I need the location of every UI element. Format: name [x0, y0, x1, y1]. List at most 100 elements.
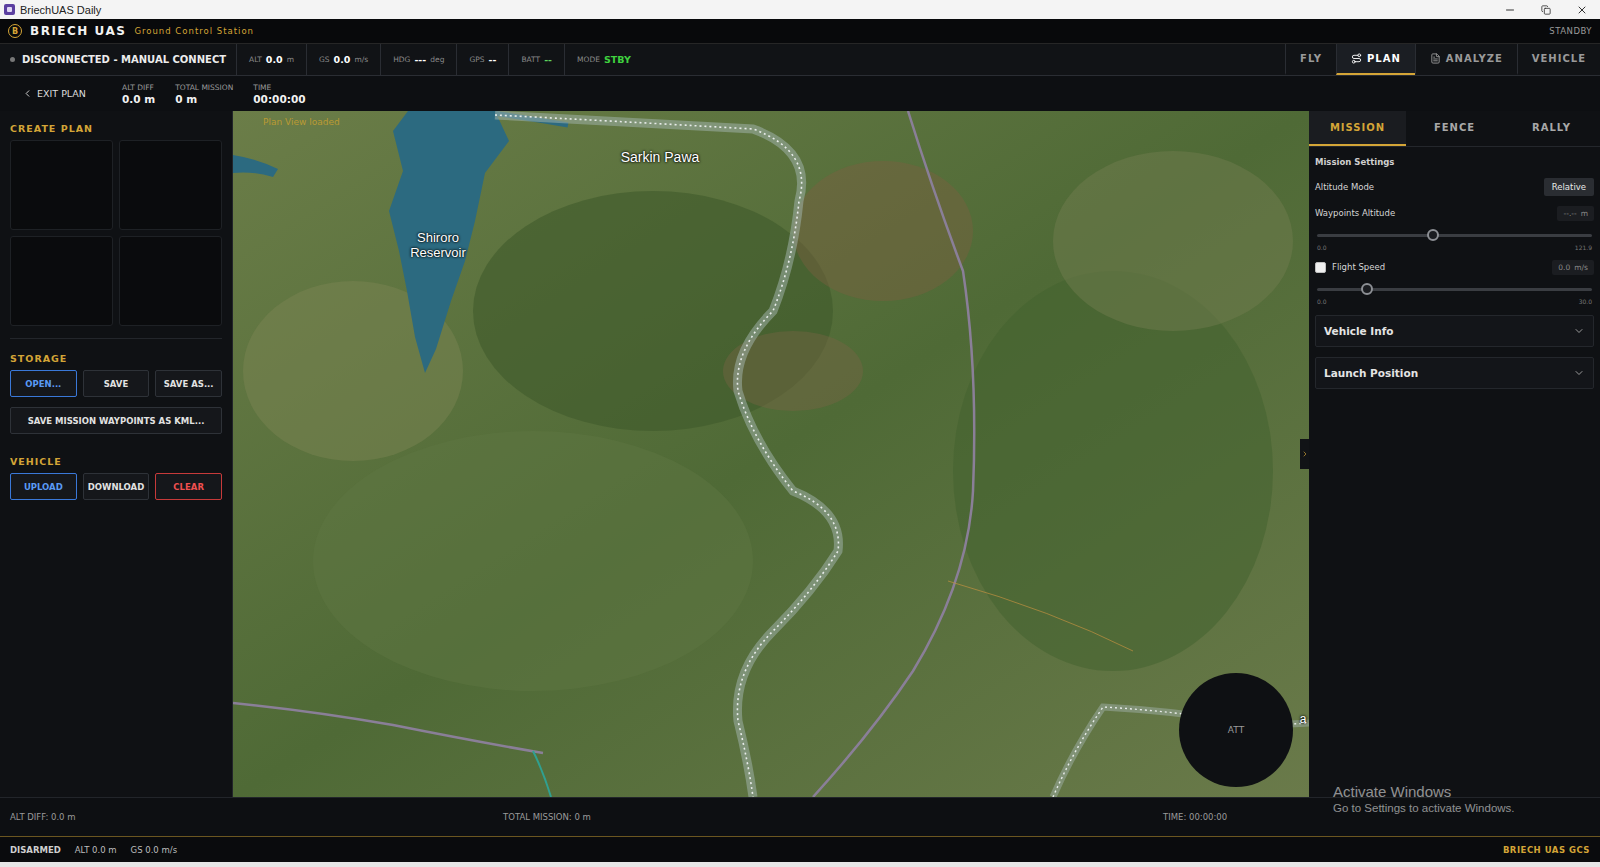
mission-tabs: MISSIONFENCERALLY [1309, 111, 1600, 147]
section-title: CREATE PLAN [10, 123, 222, 134]
flight-speed-checkbox[interactable] [1315, 262, 1326, 273]
save-kml-button[interactable]: SAVE MISSION WAYPOINTS AS KML... [10, 407, 222, 434]
plan-template-tile[interactable] [119, 140, 222, 230]
attitude-indicator: ATT [1179, 673, 1293, 787]
map-place-label: Shiroro Reservoir [393, 231, 483, 261]
footer-item: ALT 0.0 m [75, 845, 117, 855]
status-footer: DISARMED ALT 0.0 m GS 0.0 m/s BRIECH UAS GC… [0, 836, 1600, 862]
minimize-icon [1504, 4, 1516, 16]
plan-stat: ALT DIFF0.0 m [122, 83, 155, 105]
connection-dot [10, 57, 15, 62]
altitude-mode-row: Altitude ModeRelative [1315, 177, 1594, 197]
storage-button[interactable]: OPEN... [10, 370, 77, 397]
arm-state: DISARMED [10, 845, 61, 855]
taskbar-edge [0, 862, 1600, 867]
vehicle-button[interactable]: UPLOAD [10, 473, 77, 500]
plan-template-tile[interactable] [119, 236, 222, 326]
section-title: STORAGE [10, 353, 222, 364]
nav-tab[interactable]: ANALYZE [1415, 44, 1517, 75]
header-status: STANDBY [1549, 26, 1592, 36]
satellite-map[interactable] [233, 111, 1309, 797]
summary-item: TIME: 00:00:00 [1163, 812, 1600, 822]
slider-track[interactable] [1317, 234, 1592, 237]
map-place-label: Sarkin Pawa [605, 149, 715, 165]
summary-item: ALT DIFF: 0.0 m [10, 812, 503, 822]
nav-tab[interactable]: FLY [1285, 44, 1336, 75]
restore-icon [1541, 5, 1551, 15]
plan-template-tile[interactable] [10, 236, 113, 326]
telemetry-cell: BATT-- [508, 44, 564, 75]
close-button[interactable] [1564, 0, 1600, 19]
waypoints-altitude-row: Waypoints Altitude--.--m [1315, 203, 1594, 223]
footer-brand: BRIECH UAS GCS [1503, 845, 1590, 855]
mission-panel: MISSIONFENCERALLY Mission Settings Altitud… [1309, 111, 1600, 797]
telemetry-bar: DISCONNECTED - MANUAL CONNECTALT0.0mGS0.… [0, 44, 1600, 76]
minimize-button[interactable] [1492, 0, 1528, 19]
slider-ticks: 0.0121.9 [1317, 244, 1592, 251]
chevron-right-icon [1301, 450, 1309, 458]
vehicle-button[interactable]: DOWNLOAD [83, 473, 150, 500]
vehicle-button[interactable]: CLEAR [155, 473, 222, 500]
chevron-down-icon [1573, 367, 1585, 379]
nav-tab[interactable]: PLAN [1336, 44, 1415, 75]
mission-tab[interactable]: MISSION [1309, 111, 1406, 146]
section-title: VEHICLE [10, 456, 222, 467]
gcs-window: BriechUAS DailyBBRIECH UASGround Control… [0, 0, 1600, 867]
plan-workspace: CREATE PLANSTORAGEOPEN...SAVESAVE AS...S… [0, 111, 1600, 797]
route-icon [1351, 53, 1362, 64]
brand-name: BRIECH UAS [30, 24, 126, 38]
telemetry-cell: GPS-- [456, 44, 508, 75]
map-view[interactable]: Plan View loadedSarkin PawaShiroro Reser… [233, 111, 1309, 797]
mission-summary-bar: ALT DIFF: 0.0 mTOTAL MISSION: 0 mTIME: 0… [0, 797, 1600, 836]
slider-thumb[interactable] [1427, 229, 1439, 241]
panel-collapse-handle[interactable] [1300, 439, 1309, 469]
plan-bar: EXIT PLANALT DIFF0.0 m TOTAL MISSION0 m TI… [0, 76, 1600, 111]
slider-thumb[interactable] [1361, 283, 1373, 295]
slider-track[interactable] [1317, 288, 1592, 291]
brand-subtitle: Ground Control Station [134, 26, 254, 36]
telemetry-cell: ALT0.0m [236, 44, 306, 75]
back-icon [22, 88, 33, 99]
settings-title: Mission Settings [1315, 155, 1594, 171]
exit-plan-button[interactable]: EXIT PLAN [0, 88, 122, 99]
speed-slider[interactable]: 0.030.0 [1315, 283, 1594, 305]
window-title-bar: BriechUAS Daily [0, 0, 1600, 19]
window-title: BriechUAS Daily [20, 4, 1492, 16]
close-icon [1576, 4, 1588, 16]
plan-template-tile[interactable] [10, 140, 113, 230]
app-icon [4, 4, 15, 15]
plan-stat: TIME00:00:00 [253, 83, 305, 105]
nav-tab[interactable]: VEHICLE [1517, 44, 1600, 75]
divider [10, 338, 222, 339]
connection-status[interactable]: DISCONNECTED - MANUAL CONNECT [0, 44, 236, 75]
mission-tab[interactable]: FENCE [1406, 111, 1503, 146]
summary-item: TOTAL MISSION: 0 m [503, 812, 1163, 822]
flight-speed-row: Flight Speed0.0m/s [1315, 257, 1594, 277]
telemetry-cell: MODESTBY [564, 44, 643, 75]
mission-tab[interactable]: RALLY [1503, 111, 1600, 146]
slider-ticks: 0.030.0 [1317, 298, 1592, 305]
mission-content: Mission Settings Altitude ModeRelative Way… [1309, 147, 1600, 397]
vehicle-buttons: UPLOADDOWNLOADCLEAR [10, 473, 222, 500]
chevron-down-icon [1573, 325, 1585, 337]
footer-item: GS 0.0 m/s [131, 845, 177, 855]
restore-button[interactable] [1528, 0, 1564, 19]
collapsible-section[interactable]: Launch Position [1315, 357, 1594, 389]
map-place-label: a [1298, 713, 1308, 727]
plan-template-grid [10, 140, 222, 326]
activation-watermark: Activate WindowsGo to Settings to activa… [1333, 783, 1515, 814]
storage-button[interactable]: SAVE [83, 370, 150, 397]
altitude-mode-button[interactable]: Relative [1544, 178, 1594, 196]
storage-button[interactable]: SAVE AS... [155, 370, 222, 397]
altitude-field[interactable]: --.--m [1557, 206, 1594, 221]
telemetry-cell: HDG---deg [380, 44, 456, 75]
speed-field[interactable]: 0.0m/s [1552, 260, 1594, 275]
telemetry-cell: GS0.0m/s [306, 44, 380, 75]
mission-settings: Mission Settings Altitude ModeRelative Way… [1315, 155, 1594, 305]
plan-stat: TOTAL MISSION0 m [175, 83, 233, 105]
view-nav: FLYPLANANALYZEVEHICLE [1285, 44, 1600, 75]
altitude-slider[interactable]: 0.0121.9 [1315, 229, 1594, 251]
plan-sidebar: CREATE PLANSTORAGEOPEN...SAVESAVE AS...S… [0, 111, 233, 797]
storage-buttons: OPEN...SAVESAVE AS... [10, 370, 222, 397]
collapsible-section[interactable]: Vehicle Info [1315, 315, 1594, 347]
